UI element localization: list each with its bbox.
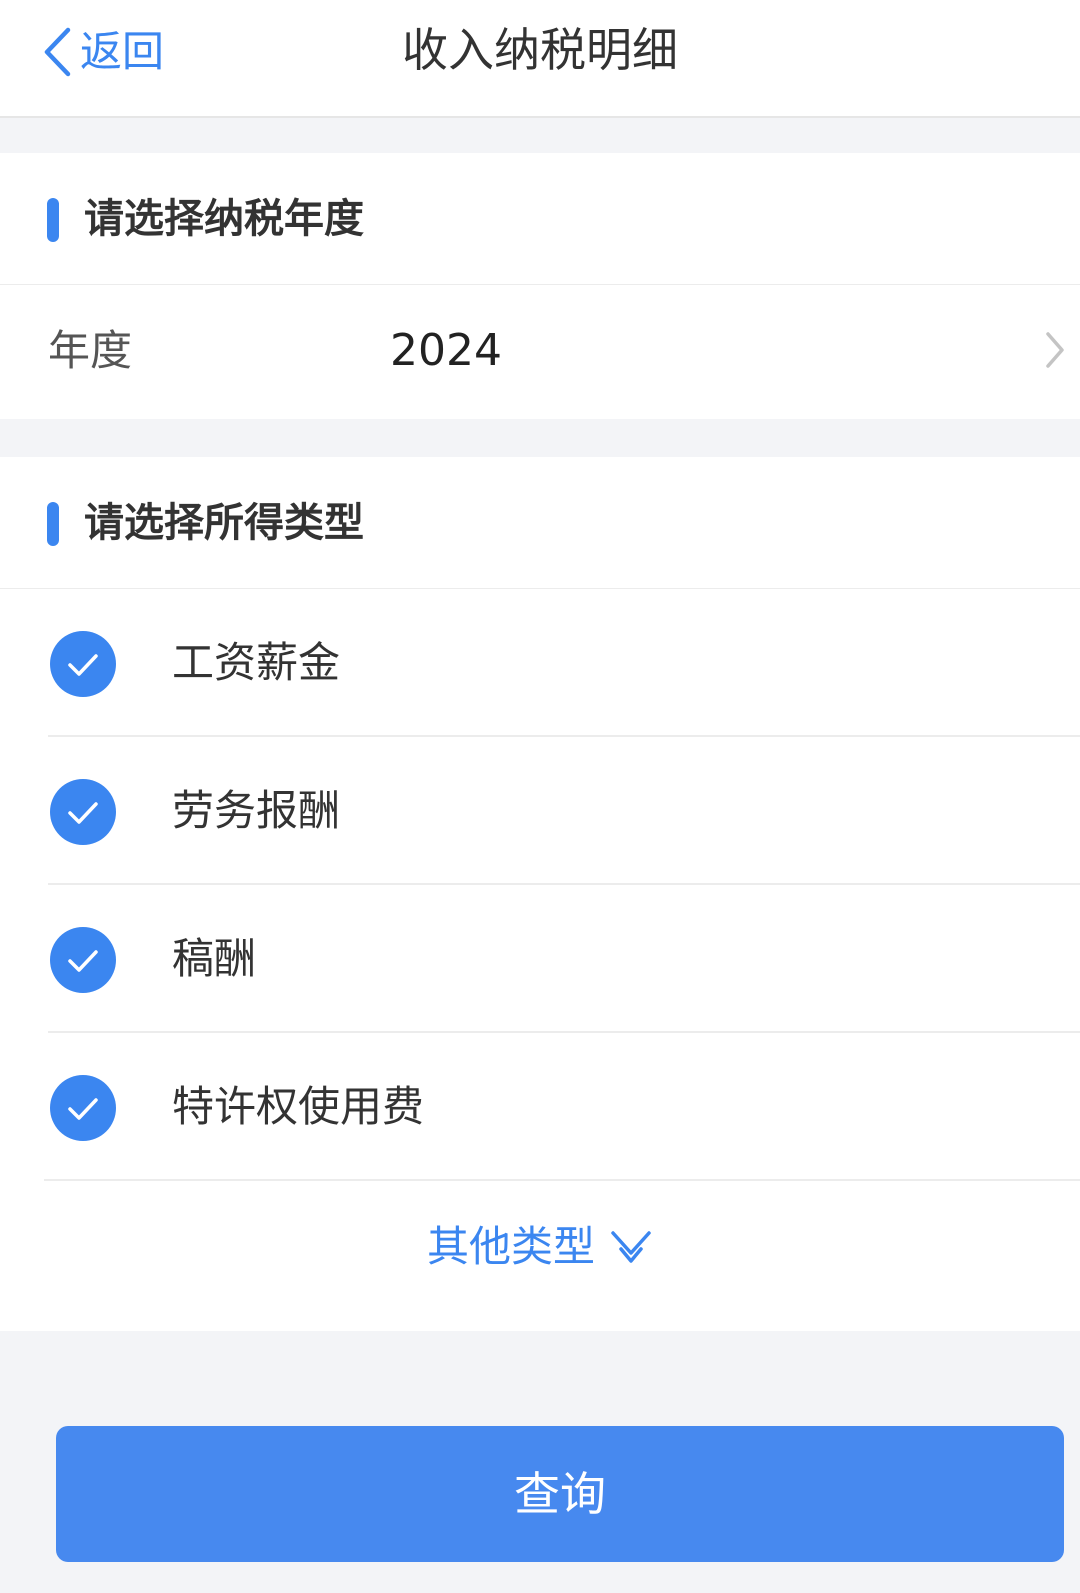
income-type-item-royalty[interactable]: 特许权使用费	[0, 1033, 1080, 1181]
income-type-label: 特许权使用费	[172, 1082, 425, 1131]
year-value: 2024	[390, 325, 502, 376]
section-accent-bar	[47, 198, 59, 242]
check-circle-icon[interactable]	[50, 779, 116, 845]
check-circle-icon[interactable]	[50, 1075, 116, 1141]
income-type-item-labor[interactable]: 劳务报酬	[0, 737, 1080, 885]
chevron-down-icon	[611, 1231, 651, 1263]
other-types-label: 其他类型	[426, 1222, 595, 1271]
section-header: 请选择纳税年度	[0, 153, 1080, 285]
tax-year-section: 请选择纳税年度 年度 2024	[0, 153, 1080, 419]
other-types-toggle[interactable]: 其他类型	[0, 1217, 1080, 1277]
income-type-section: 请选择所得类型 工资薪金 劳务报酬 稿酬 特许权使用费 其他类型	[0, 457, 1080, 1331]
divider	[44, 1179, 1080, 1181]
chevron-right-icon	[1046, 332, 1064, 368]
income-type-item-author[interactable]: 稿酬	[0, 885, 1080, 1033]
section-title: 请选择纳税年度	[84, 196, 364, 242]
income-type-item-salary[interactable]: 工资薪金	[0, 589, 1080, 737]
income-type-label: 稿酬	[172, 934, 257, 983]
income-type-label: 劳务报酬	[172, 786, 341, 835]
section-accent-bar	[47, 502, 59, 546]
year-label: 年度	[48, 326, 133, 375]
income-type-label: 工资薪金	[172, 638, 341, 687]
check-circle-icon[interactable]	[50, 927, 116, 993]
query-button[interactable]: 查询	[56, 1426, 1064, 1562]
year-selector[interactable]: 年度 2024	[0, 285, 1080, 419]
navigation-bar: 返回 收入纳税明细	[0, 0, 1080, 118]
check-circle-icon[interactable]	[50, 631, 116, 697]
page-title: 收入纳税明细	[402, 23, 678, 77]
section-title: 请选择所得类型	[84, 500, 364, 546]
section-header: 请选择所得类型	[0, 457, 1080, 589]
